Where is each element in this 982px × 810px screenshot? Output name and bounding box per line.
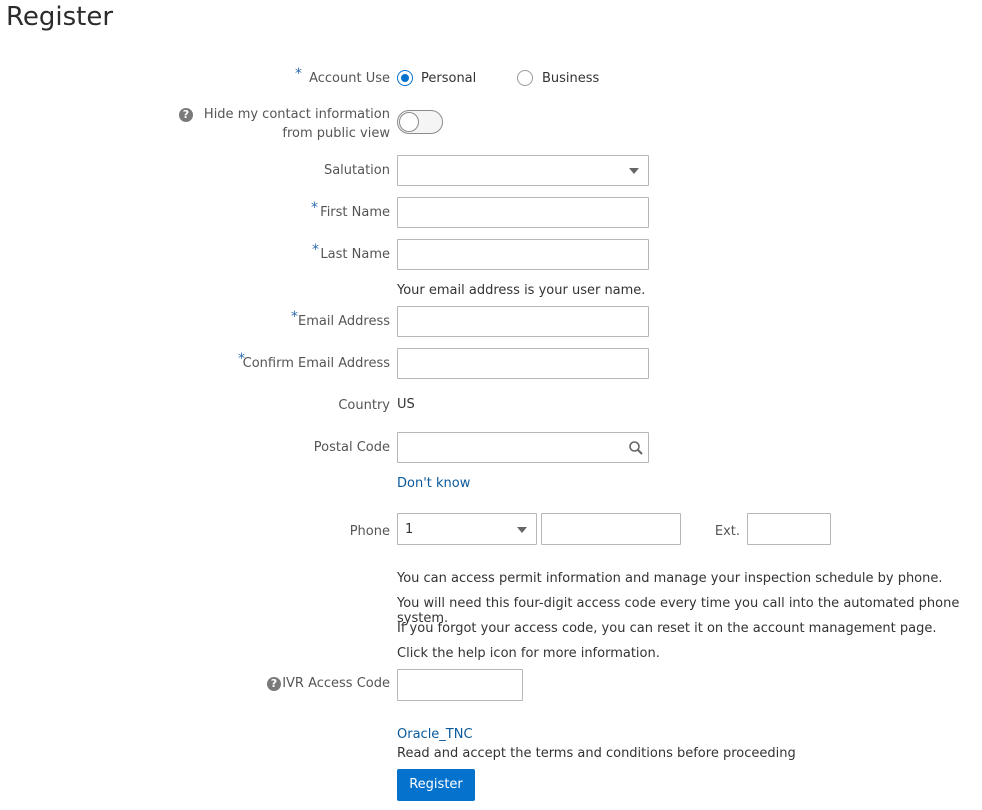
caret-down-icon: [629, 168, 639, 174]
email-label: Email Address: [298, 314, 390, 329]
hide-contact-label-line1: Hide my contact information: [203, 107, 390, 122]
radio-personal-label[interactable]: Personal: [421, 71, 476, 86]
country-value: US: [397, 397, 415, 412]
ivr-access-code-label: IVR Access Code: [282, 676, 390, 691]
phone-label: Phone: [349, 524, 390, 539]
page-title: Register: [6, 2, 114, 32]
terms-link[interactable]: Oracle_TNC: [397, 727, 473, 742]
salutation-label: Salutation: [323, 163, 390, 178]
ext-label: Ext.: [714, 524, 740, 539]
phone-country-code-select[interactable]: 1: [397, 513, 537, 545]
confirm-email-input[interactable]: [397, 348, 649, 379]
first-name-label: First Name: [320, 205, 390, 220]
phone-number-input[interactable]: [541, 513, 681, 545]
terms-text: Read and accept the terms and conditions…: [397, 746, 796, 761]
radio-business[interactable]: [517, 70, 533, 86]
radio-personal[interactable]: [397, 70, 413, 86]
register-button[interactable]: Register: [397, 769, 475, 801]
email-input[interactable]: [397, 306, 649, 337]
postal-code-label: Postal Code: [313, 440, 390, 455]
ivr-info-line: If you forgot your access code, you can …: [397, 621, 937, 636]
hide-contact-toggle[interactable]: [397, 110, 443, 134]
ext-input[interactable]: [747, 513, 831, 545]
ivr-info-line: You can access permit information and ma…: [397, 571, 943, 586]
help-icon[interactable]: ?: [179, 108, 193, 122]
account-use-label: Account Use: [309, 71, 390, 86]
ivr-info-line: Click the help icon for more information…: [397, 646, 660, 661]
radio-business-label[interactable]: Business: [542, 71, 599, 86]
first-name-input[interactable]: [397, 197, 649, 228]
caret-down-icon: [517, 527, 527, 533]
toggle-knob: [399, 112, 419, 132]
email-hint: Your email address is your user name.: [397, 283, 646, 298]
dont-know-link[interactable]: Don't know: [397, 476, 470, 491]
hide-contact-label-line2: from public view: [282, 126, 390, 141]
phone-country-code-value: 1: [405, 522, 414, 537]
country-label: Country: [338, 398, 390, 413]
search-icon[interactable]: [628, 440, 644, 456]
postal-code-input[interactable]: [397, 432, 649, 463]
salutation-select[interactable]: [397, 155, 649, 186]
last-name-input[interactable]: [397, 239, 649, 270]
ivr-access-code-input[interactable]: [397, 669, 523, 701]
confirm-email-label: Confirm Email Address: [242, 356, 390, 371]
last-name-label: Last Name: [320, 247, 390, 262]
